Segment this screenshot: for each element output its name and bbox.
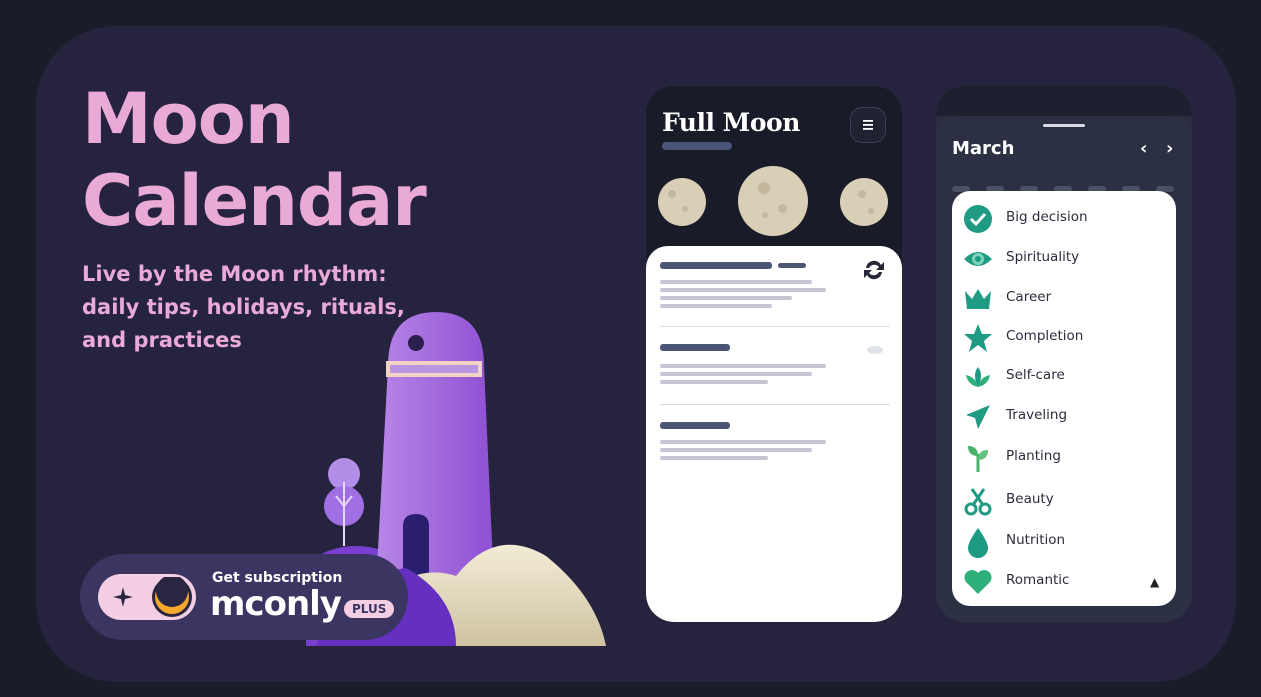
plus-badge: PLUS <box>344 600 395 618</box>
content-sheet <box>646 246 902 622</box>
chevron-right-icon[interactable]: › <box>1166 138 1173 159</box>
category-nutrition[interactable]: Nutrition <box>952 522 1176 562</box>
moon-phase-center <box>738 166 808 236</box>
category-label: Romantic <box>1006 572 1070 588</box>
placeholder-heading <box>660 344 730 351</box>
placeholder-line <box>660 456 768 460</box>
checkmark-icon <box>964 205 992 233</box>
category-label: Planting <box>1006 448 1061 464</box>
chevron-left-icon[interactable]: ‹ <box>1140 138 1147 159</box>
title-underline <box>662 142 732 150</box>
placeholder-line <box>660 280 812 284</box>
placeholder-line <box>660 380 768 384</box>
category-label: Traveling <box>1006 407 1068 423</box>
subscription-toggle[interactable] <box>98 574 196 620</box>
heart-icon <box>964 570 992 594</box>
category-planting[interactable]: Planting <box>952 438 1176 478</box>
category-self-care[interactable]: Self-care <box>952 357 1176 397</box>
sync-icon[interactable] <box>860 256 888 284</box>
lotus-icon <box>966 367 990 387</box>
divider <box>660 326 890 327</box>
subscription-banner[interactable]: Get subscription mconly PLUS <box>80 554 408 640</box>
hero-card: Moon Calendar Live by the Moon rhythm: d… <box>36 26 1236 682</box>
category-label: Nutrition <box>1006 532 1066 548</box>
category-label: Self-care <box>1006 367 1065 383</box>
crescent-moon-icon <box>152 575 192 617</box>
brand-logo: mconly <box>210 584 342 624</box>
crown-icon <box>965 289 991 309</box>
placeholder-line <box>660 448 812 452</box>
divider <box>660 404 890 405</box>
placeholder-line <box>660 288 826 292</box>
calendar-sheet: March ‹ › Big decision Spirituality Care… <box>936 116 1192 622</box>
placeholder-tag <box>778 263 806 268</box>
moon-phase-left <box>658 178 706 226</box>
placeholder-line <box>660 364 826 368</box>
calendar-phone: March ‹ › Big decision Spirituality Care… <box>936 86 1192 622</box>
category-label: Big decision <box>1006 209 1088 225</box>
sprout-icon <box>968 446 988 472</box>
placeholder-line <box>660 304 772 308</box>
scroll-up-icon[interactable]: ▲ <box>1150 575 1159 589</box>
category-traveling[interactable]: Traveling <box>952 397 1176 437</box>
hero-title: Moon Calendar <box>82 78 427 242</box>
month-label: March <box>952 138 1015 159</box>
airplane-icon <box>966 405 990 429</box>
category-label: Career <box>1006 289 1052 305</box>
category-list: Big decision Spirituality Career Complet… <box>952 191 1176 606</box>
droplet-icon <box>968 528 988 558</box>
category-career[interactable]: Career <box>952 279 1176 319</box>
category-beauty[interactable]: Beauty <box>952 481 1176 521</box>
sparkle-icon <box>113 587 133 607</box>
category-label: Spirituality <box>1006 249 1080 265</box>
menu-button[interactable] <box>850 107 886 143</box>
category-label: Completion <box>1006 328 1084 344</box>
cloud-icon <box>867 346 883 354</box>
drag-handle[interactable] <box>1043 124 1085 127</box>
category-big-decision[interactable]: Big decision <box>952 199 1176 239</box>
scissors-icon <box>964 488 992 516</box>
placeholder-heading <box>660 262 772 269</box>
moon-phase-right <box>840 178 888 226</box>
eye-icon <box>964 252 992 266</box>
placeholder-line <box>660 296 792 300</box>
category-label: Beauty <box>1006 491 1054 507</box>
full-moon-phone: Full Moon <box>646 86 902 622</box>
placeholder-heading <box>660 422 730 429</box>
placeholder-line <box>660 372 812 376</box>
category-completion[interactable]: Completion <box>952 318 1176 358</box>
placeholder-line <box>660 440 826 444</box>
phone-title: Full Moon <box>662 108 800 137</box>
star-icon <box>964 324 992 352</box>
category-romantic[interactable]: Romantic <box>952 562 1176 602</box>
phone-top-bar <box>936 86 1192 116</box>
hamburger-menu-icon <box>863 120 873 130</box>
category-spirituality[interactable]: Spirituality <box>952 239 1176 279</box>
